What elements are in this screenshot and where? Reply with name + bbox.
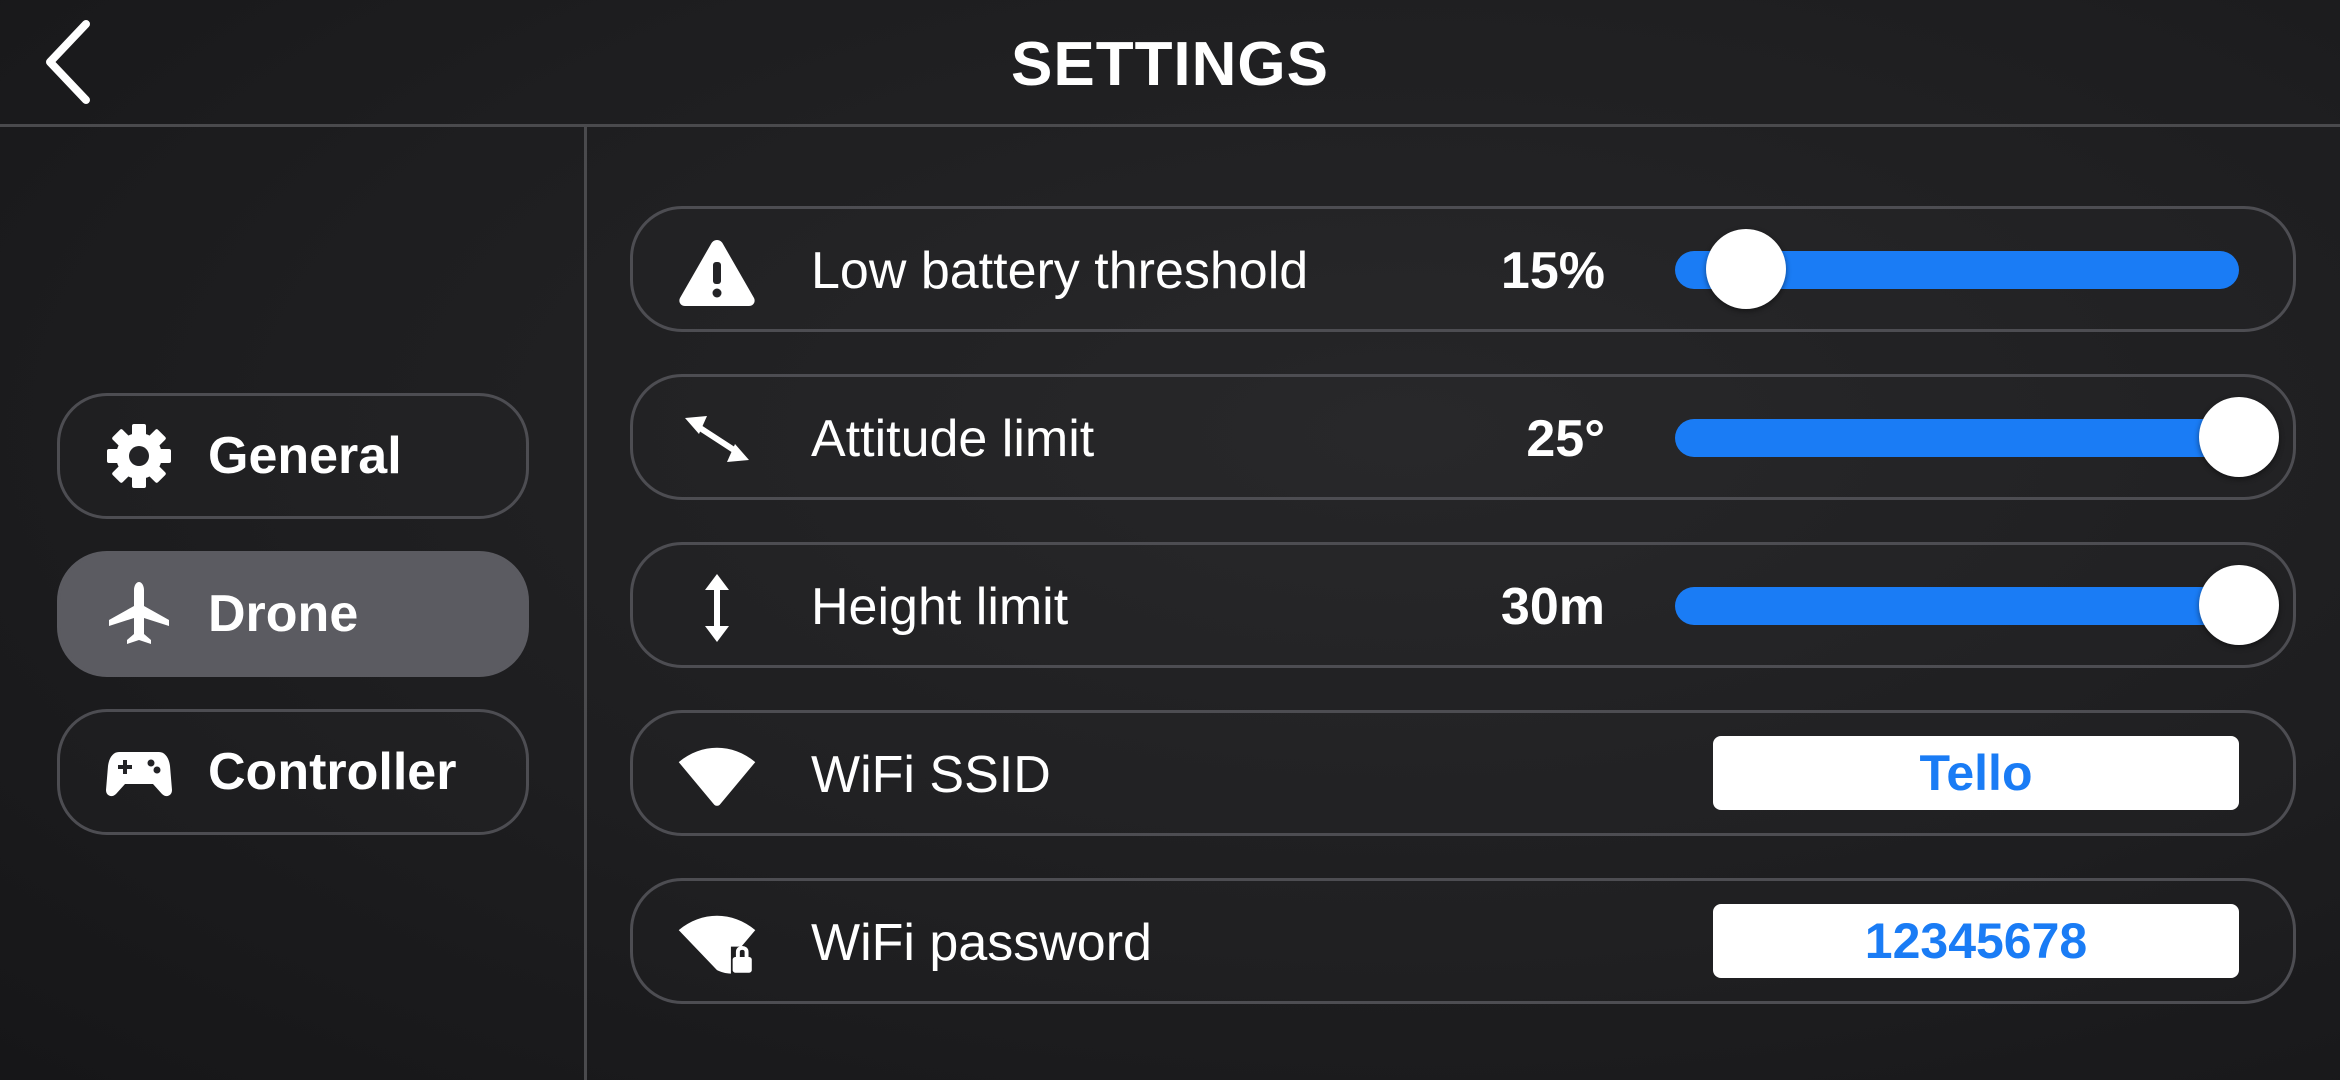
chevron-left-icon [46, 20, 90, 104]
wifi-password-input[interactable] [1713, 904, 2239, 978]
setting-label: Low battery threshold [811, 242, 1309, 300]
slider-thumb[interactable] [2199, 397, 2279, 477]
sidebar-item-label: General [208, 427, 402, 485]
slider-track [1675, 419, 2239, 457]
airplane-icon [104, 579, 174, 649]
back-button[interactable] [30, 14, 110, 110]
setting-row-attitude: Attitude limit 25° [630, 374, 2296, 500]
slider-track [1675, 587, 2239, 625]
slider-thumb[interactable] [2199, 565, 2279, 645]
slider-thumb[interactable] [1705, 229, 1786, 309]
setting-label: Attitude limit [811, 410, 1095, 468]
gear-icon [104, 421, 174, 491]
sidebar-item-label: Drone [208, 585, 359, 643]
vertical-arrows-icon [677, 568, 757, 648]
setting-row-low-battery: Low battery threshold 15% [630, 206, 2296, 332]
setting-row-height: Height limit 30m [630, 542, 2296, 668]
gamepad-icon [104, 737, 174, 807]
setting-row-wifi-password: WiFi password [630, 878, 2296, 1004]
warning-icon [677, 232, 757, 312]
header-bar: SETTINGS [0, 0, 2340, 127]
setting-row-wifi-ssid: WiFi SSID [630, 710, 2296, 836]
sidebar-item-controller[interactable]: Controller [57, 709, 529, 835]
sidebar-item-drone[interactable]: Drone [57, 551, 529, 677]
setting-label: WiFi password [811, 914, 1152, 972]
setting-value: 15% [1500, 242, 1605, 300]
sidebar-item-label: Controller [208, 743, 457, 801]
sidebar-divider [584, 127, 587, 1080]
sidebar: General Drone Controller [57, 393, 529, 867]
settings-list: Low battery threshold 15% Attitude limit… [630, 206, 2296, 1046]
setting-value: 30m [1500, 578, 1605, 636]
wifi-lock-icon [677, 904, 757, 984]
sidebar-item-general[interactable]: General [57, 393, 529, 519]
attitude-limit-slider[interactable] [1675, 397, 2279, 477]
wifi-ssid-input[interactable] [1713, 736, 2239, 810]
setting-value: 25° [1526, 410, 1605, 468]
setting-label: Height limit [811, 578, 1069, 636]
height-limit-slider[interactable] [1675, 565, 2279, 645]
diagonal-arrows-icon [677, 400, 757, 480]
setting-label: WiFi SSID [811, 746, 1051, 804]
page-title: SETTINGS [1010, 30, 1330, 99]
low-battery-slider[interactable] [1675, 229, 2239, 309]
wifi-icon [677, 736, 757, 816]
